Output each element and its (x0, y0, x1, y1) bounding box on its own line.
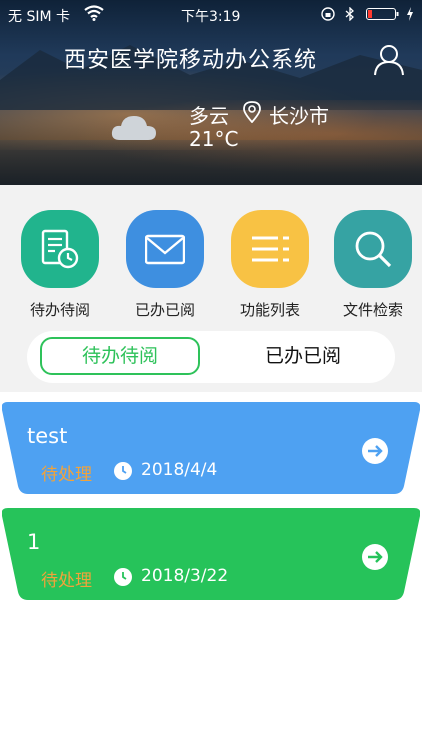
function-list-label: 功能列表 (239, 301, 300, 319)
function-done-label: 已办已阅 (134, 301, 195, 319)
mail-icon (145, 234, 185, 265)
arrow-right-icon[interactable] (361, 543, 389, 571)
function-todo-tile[interactable] (21, 210, 99, 288)
function-search-label: 文件检索 (342, 301, 403, 319)
function-search[interactable]: 文件检索 (333, 210, 413, 320)
user-icon[interactable] (372, 42, 406, 76)
cloud-icon (111, 116, 156, 140)
task-date: 2018/3/22 (141, 566, 229, 586)
document-clock-icon (41, 229, 79, 269)
task-title: 1 (27, 530, 41, 554)
task-status: 待处理 (41, 465, 92, 485)
task-status: 待处理 (41, 571, 92, 591)
clock-icon (114, 568, 132, 586)
header-banner: 无 SIM 卡 下午3:19 西安医学院移动办公系统 多云 长沙市 21°C (0, 0, 422, 185)
lock-rotation-icon (320, 7, 335, 21)
function-todo-label: 待办待阅 (29, 301, 90, 319)
function-search-tile[interactable] (334, 210, 412, 288)
status-right-icons (320, 6, 414, 22)
function-done-tile[interactable] (126, 210, 204, 288)
carrier-text: 无 SIM 卡 (8, 9, 70, 25)
app-title: 西安医学院移动办公系统 (64, 48, 318, 73)
charging-icon (407, 7, 413, 21)
task-title: test (27, 424, 68, 448)
segment-tabs: 待办待阅 已办已阅 (27, 331, 395, 383)
task-card[interactable]: 1 待处理 2018/3/22 (2, 508, 420, 600)
task-card[interactable]: test 待处理 2018/4/4 (2, 402, 420, 494)
battery-icon (365, 8, 399, 20)
list-icon (252, 236, 289, 262)
function-list[interactable]: 功能列表 (230, 210, 310, 320)
tab-todo[interactable]: 待办待阅 (40, 337, 200, 375)
weather-text: 多云 (189, 104, 229, 128)
location-pin-icon (243, 101, 261, 123)
wifi-icon (84, 5, 104, 21)
search-icon (355, 231, 392, 268)
tab-done[interactable]: 已办已阅 (233, 337, 373, 375)
city-text: 长沙市 (269, 104, 329, 128)
status-bar: 无 SIM 卡 下午3:19 (0, 0, 422, 28)
bluetooth-icon (345, 6, 355, 22)
function-done[interactable]: 已办已阅 (125, 210, 205, 320)
clock-icon (114, 462, 132, 480)
clock-text: 下午3:19 (181, 9, 241, 25)
task-date: 2018/4/4 (141, 460, 218, 480)
arrow-right-icon[interactable] (361, 437, 389, 465)
function-list-tile[interactable] (231, 210, 309, 288)
temperature-text: 21°C (189, 127, 239, 151)
function-todo[interactable]: 待办待阅 (20, 210, 100, 320)
